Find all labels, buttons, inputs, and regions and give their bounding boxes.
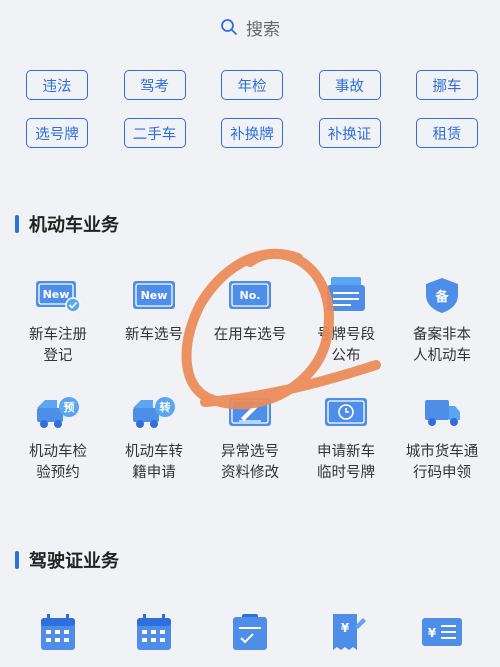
record-shield-icon: 备	[417, 275, 467, 315]
svg-text:No.: No.	[240, 289, 261, 302]
transfer-truck-icon: 转	[129, 392, 179, 432]
tag-ershouche[interactable]: 二手车	[123, 118, 186, 148]
service-label: 申请新车 临时号牌	[317, 444, 375, 481]
service-license-1[interactable]	[10, 612, 106, 652]
service-vehicle-transfer[interactable]: 转 机动车转 籍申请	[106, 392, 202, 484]
svg-text:¥: ¥	[428, 626, 437, 640]
service-in-use-plate[interactable]: No. 在用车选号	[202, 275, 298, 367]
tag-jiakao[interactable]: 驾考	[123, 70, 186, 100]
service-plate-notice[interactable]: 号牌号段 公布	[298, 275, 394, 367]
svg-text:¥: ¥	[341, 621, 350, 635]
search-bar[interactable]: 搜索	[0, 14, 500, 40]
plate-notice-icon	[321, 275, 371, 315]
service-label: 异常选号 资料修改	[221, 444, 279, 481]
service-license-2[interactable]	[106, 612, 202, 652]
calendar-icon	[33, 612, 83, 652]
service-license-3[interactable]	[202, 612, 298, 652]
svg-text:New: New	[43, 288, 70, 301]
service-temporary-plate[interactable]: 申请新车 临时号牌	[298, 392, 394, 484]
service-label: 机动车转 籍申请	[125, 444, 183, 481]
svg-text:备: 备	[434, 289, 449, 305]
tag-buhuanpai[interactable]: 补换牌	[221, 118, 283, 148]
service-label: 机动车检 验预约	[29, 444, 87, 481]
checklist-icon	[225, 612, 275, 652]
service-new-plate[interactable]: New 新车选号	[106, 275, 202, 367]
calendar-icon	[129, 612, 179, 652]
svg-text:New: New	[141, 289, 168, 302]
service-license-4[interactable]: ¥	[298, 612, 394, 652]
license-services-grid: ¥ ¥	[10, 612, 490, 652]
tag-xuanhaopai[interactable]: 选号牌	[26, 118, 88, 148]
tag-shigu[interactable]: 事故	[318, 70, 381, 100]
section-license-title: 驾驶证业务	[15, 547, 119, 573]
svg-text:预: 预	[64, 400, 75, 414]
service-record-vehicle[interactable]: 备 备案非本 人机动车	[394, 275, 490, 367]
quick-tags: 违法 驾考 年检 事故 挪车 选号牌 二手车 补换牌 补换证 租赁	[26, 70, 478, 166]
tag-buhuanzheng[interactable]: 补换证	[318, 118, 381, 148]
receipt-pen-icon: ¥	[321, 612, 371, 652]
temporary-plate-icon	[321, 392, 371, 432]
plate-number-icon: No.	[225, 275, 275, 315]
service-label: 新车注册 登记	[29, 327, 87, 364]
new-plate-registration-icon: New	[33, 275, 83, 315]
tag-nianjian[interactable]: 年检	[221, 70, 283, 100]
tag-nuoche[interactable]: 挪车	[416, 70, 478, 100]
new-plate-icon: New	[129, 275, 179, 315]
search-label: 搜索	[246, 19, 280, 40]
service-label: 号牌号段 公布	[317, 327, 375, 364]
service-abnormal-plate-edit[interactable]: 异常选号 资料修改	[202, 392, 298, 484]
service-label: 城市货车通 行码申领	[405, 444, 479, 481]
tag-zulin[interactable]: 租赁	[416, 118, 478, 148]
inspection-truck-icon: 预	[33, 392, 83, 432]
freight-truck-icon	[417, 392, 467, 432]
search-icon	[221, 19, 237, 35]
service-label: 备案非本 人机动车	[413, 327, 471, 364]
service-label: 新车选号	[125, 327, 183, 343]
service-freight-pass[interactable]: 城市货车通 行码申领	[394, 392, 490, 484]
service-new-registration[interactable]: New 新车注册 登记	[10, 275, 106, 367]
payment-card-icon: ¥	[417, 612, 467, 652]
section-vehicle-title: 机动车业务	[15, 211, 119, 237]
service-inspection-booking[interactable]: 预 机动车检 验预约	[10, 392, 106, 484]
service-license-5[interactable]: ¥	[394, 612, 490, 652]
vehicle-services-grid: New 新车注册 登记 New 新车选号 No. 在用车选号 号牌号段 公布 备…	[10, 275, 490, 484]
tag-weifa[interactable]: 违法	[26, 70, 88, 100]
section-accent-bar	[15, 551, 19, 569]
section-accent-bar	[15, 215, 19, 233]
plate-edit-icon	[225, 392, 275, 432]
service-label: 在用车选号	[213, 327, 287, 343]
svg-text:转: 转	[160, 400, 171, 414]
